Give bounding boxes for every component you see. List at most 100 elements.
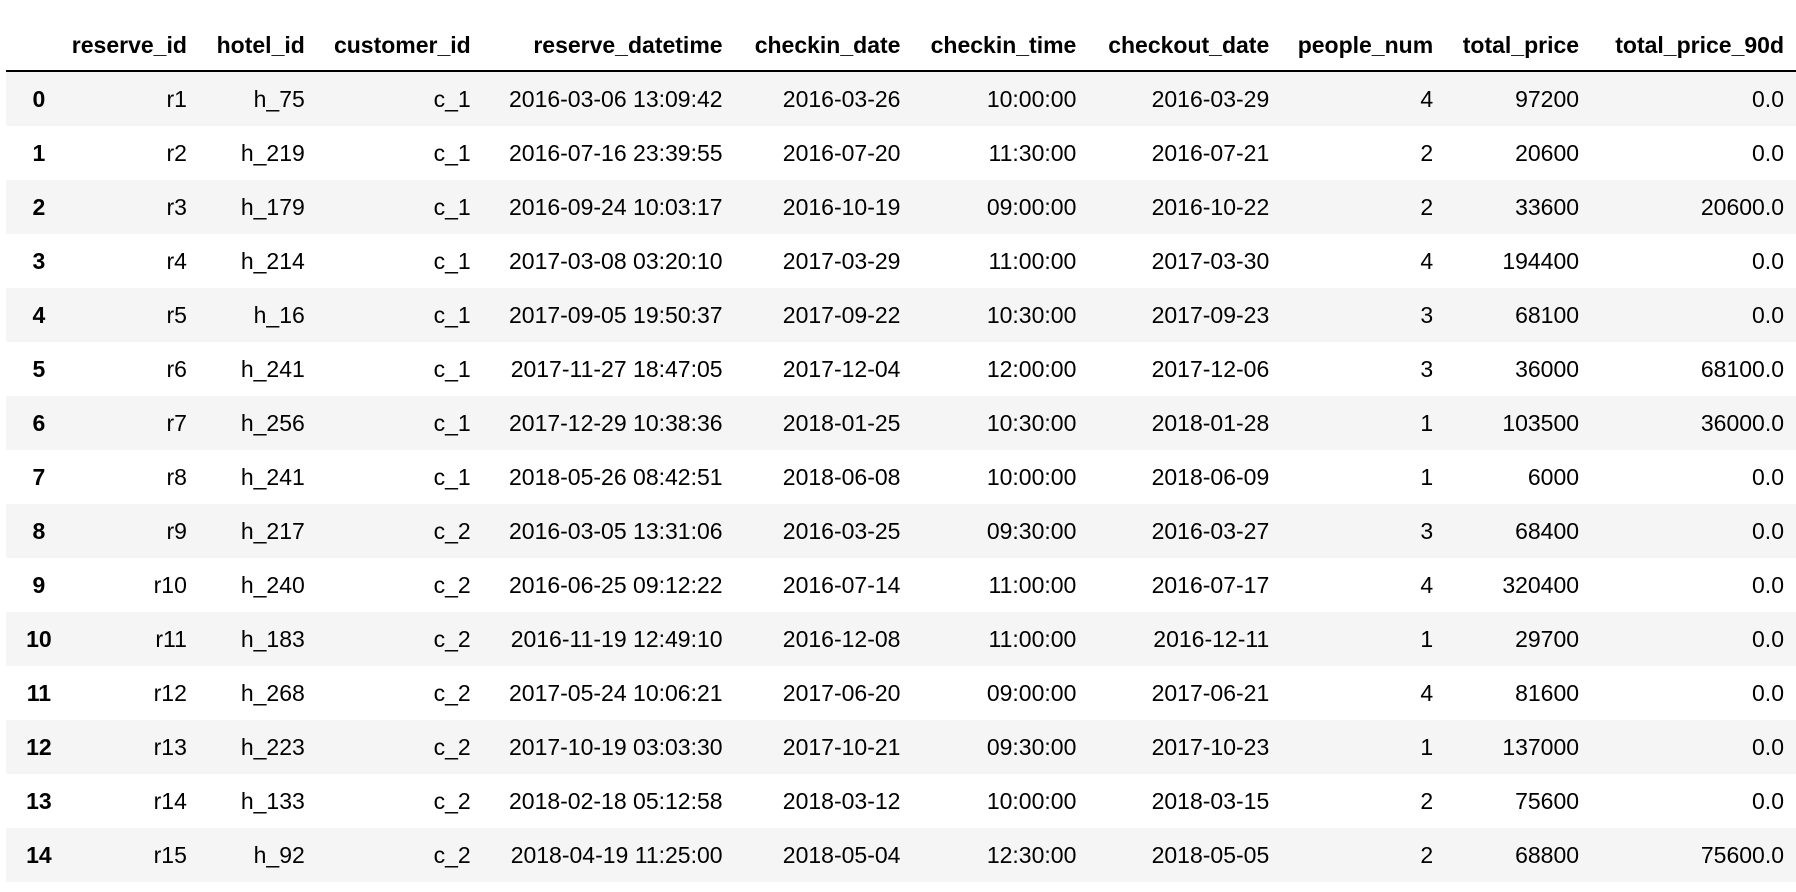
cell-checkout-date: 2018-05-05 <box>1151 841 1270 868</box>
cell-total-price-90d: 0.0 <box>1752 301 1784 328</box>
row-index: 9 <box>32 571 46 598</box>
cell-checkout-date: 2017-03-30 <box>1151 247 1270 274</box>
table-row: 8 r9 h_217 c_2 2016-03-05 13:31:06 2016-03-25… <box>6 504 1796 558</box>
cell-reserve-id: r10 <box>153 571 187 598</box>
cell-checkin-date: 2018-03-12 <box>782 787 901 814</box>
cell-checkout-date: 2016-07-17 <box>1151 571 1270 598</box>
cell-checkin-date: 2017-09-22 <box>782 301 901 328</box>
cell-people-num: 3 <box>1420 355 1434 382</box>
cell-total-price: 68800 <box>1515 841 1580 868</box>
cell-customer-id: c_2 <box>433 571 471 598</box>
cell-customer-id: c_1 <box>433 355 471 382</box>
cell-customer-id: c_2 <box>433 841 471 868</box>
cell-checkin-date: 2016-03-26 <box>782 85 901 112</box>
cell-people-num: 4 <box>1420 247 1434 274</box>
cell-total-price: 20600 <box>1515 139 1580 166</box>
column-header-reserve-datetime: reserve_datetime <box>482 20 735 72</box>
cell-reserve-datetime: 2016-03-06 13:09:42 <box>508 85 723 112</box>
cell-checkout-date: 2016-03-27 <box>1151 517 1270 544</box>
cell-total-price: 75600 <box>1515 787 1580 814</box>
table-row: 10 r11 h_183 c_2 2016-11-19 12:49:10 2016-12-… <box>6 612 1796 666</box>
cell-reserve-datetime: 2018-05-26 08:42:51 <box>508 463 723 490</box>
column-header-total-price-90d: total_price_90d <box>1591 20 1796 72</box>
column-header-customer-id: customer_id <box>316 20 483 72</box>
cell-hotel-id: h_256 <box>240 409 305 436</box>
cell-hotel-id: h_179 <box>240 193 305 220</box>
cell-checkin-time: 12:00:00 <box>986 355 1077 382</box>
cell-total-price-90d: 0.0 <box>1752 517 1784 544</box>
cell-customer-id: c_1 <box>433 409 471 436</box>
table-row: 9 r10 h_240 c_2 2016-06-25 09:12:22 2016-07-1… <box>6 558 1796 612</box>
cell-reserve-datetime: 2018-04-19 11:25:00 <box>510 841 723 868</box>
cell-checkin-date: 2016-12-08 <box>782 625 901 652</box>
cell-total-price-90d: 0.0 <box>1752 625 1784 652</box>
cell-reserve-datetime: 2017-12-29 10:38:36 <box>508 409 723 436</box>
cell-people-num: 2 <box>1420 787 1434 814</box>
cell-total-price-90d: 0.0 <box>1752 139 1784 166</box>
cell-customer-id: c_2 <box>433 733 471 760</box>
cell-hotel-id: h_214 <box>240 247 305 274</box>
cell-customer-id: c_1 <box>433 301 471 328</box>
cell-total-price-90d: 0.0 <box>1752 733 1784 760</box>
cell-total-price: 81600 <box>1515 679 1580 706</box>
cell-people-num: 4 <box>1420 85 1434 112</box>
cell-customer-id: c_1 <box>433 85 471 112</box>
row-index: 4 <box>32 301 46 328</box>
cell-checkin-date: 2017-03-29 <box>782 247 901 274</box>
cell-checkin-time: 11:00:00 <box>988 247 1077 274</box>
cell-checkin-time: 10:00:00 <box>986 787 1077 814</box>
cell-checkin-date: 2016-03-25 <box>782 517 901 544</box>
dataframe-output: reserve_id hotel_id customer_id reserve_dat… <box>0 0 1796 892</box>
cell-checkin-time: 10:30:00 <box>986 301 1077 328</box>
cell-total-price-90d: 0.0 <box>1752 571 1784 598</box>
cell-total-price-90d: 0.0 <box>1752 463 1784 490</box>
cell-reserve-id: r6 <box>166 355 187 382</box>
cell-customer-id: c_2 <box>433 787 471 814</box>
cell-people-num: 2 <box>1420 193 1434 220</box>
cell-checkout-date: 2017-10-23 <box>1151 733 1270 760</box>
cell-total-price: 36000 <box>1515 355 1580 382</box>
table-row: 11 r12 h_268 c_2 2017-05-24 10:06:21 2017-06-… <box>6 666 1796 720</box>
table-row: 13 r14 h_133 c_2 2018-02-18 05:12:58 2018-03-… <box>6 774 1796 828</box>
cell-reserve-datetime: 2017-11-27 18:47:05 <box>510 355 723 382</box>
cell-checkin-date: 2018-01-25 <box>782 409 901 436</box>
cell-reserve-datetime: 2017-10-19 03:03:30 <box>508 733 723 760</box>
cell-reserve-datetime: 2016-03-05 13:31:06 <box>508 517 723 544</box>
cell-checkin-date: 2016-07-14 <box>782 571 901 598</box>
table-row: 2 r3 h_179 c_1 2016-09-24 10:03:17 2016-10-19… <box>6 180 1796 234</box>
cell-checkin-time: 11:00:00 <box>988 571 1077 598</box>
cell-checkout-date: 2017-09-23 <box>1151 301 1270 328</box>
cell-total-price: 6000 <box>1527 463 1580 490</box>
cell-hotel-id: h_241 <box>240 463 305 490</box>
cell-reserve-datetime: 2017-05-24 10:06:21 <box>508 679 723 706</box>
cell-checkin-time: 09:00:00 <box>986 679 1077 706</box>
cell-people-num: 1 <box>1420 463 1434 490</box>
cell-reserve-id: r3 <box>166 193 187 220</box>
cell-checkin-time: 12:30:00 <box>986 841 1077 868</box>
cell-checkin-time: 10:00:00 <box>986 463 1077 490</box>
row-index: 8 <box>32 517 46 544</box>
cell-hotel-id: h_268 <box>240 679 305 706</box>
cell-checkin-date: 2016-10-19 <box>782 193 901 220</box>
cell-people-num: 1 <box>1420 625 1434 652</box>
cell-hotel-id: h_240 <box>240 571 305 598</box>
cell-people-num: 3 <box>1420 301 1434 328</box>
cell-reserve-datetime: 2017-03-08 03:20:10 <box>508 247 723 274</box>
cell-people-num: 1 <box>1420 733 1434 760</box>
cell-total-price-90d: 36000.0 <box>1700 409 1784 436</box>
table-row: 5 r6 h_241 c_1 2017-11-27 18:47:05 2017-12-04… <box>6 342 1796 396</box>
cell-checkout-date: 2018-06-09 <box>1151 463 1270 490</box>
header-row: reserve_id hotel_id customer_id reserve_dat… <box>6 20 1796 72</box>
cell-checkin-date: 2017-12-04 <box>782 355 901 382</box>
dataframe-table: reserve_id hotel_id customer_id reserve_dat… <box>6 20 1796 882</box>
cell-total-price: 68400 <box>1515 517 1580 544</box>
cell-reserve-id: r13 <box>153 733 187 760</box>
cell-checkin-time: 11:00:00 <box>988 625 1077 652</box>
cell-checkout-date: 2018-01-28 <box>1151 409 1270 436</box>
table-row: 12 r13 h_223 c_2 2017-10-19 03:03:30 2017-10-… <box>6 720 1796 774</box>
cell-reserve-datetime: 2016-09-24 10:03:17 <box>508 193 723 220</box>
cell-total-price-90d: 0.0 <box>1752 787 1784 814</box>
column-header-total-price: total_price <box>1445 20 1592 72</box>
table-row: 6 r7 h_256 c_1 2017-12-29 10:38:36 2018-01-25… <box>6 396 1796 450</box>
cell-reserve-id: r11 <box>155 625 187 652</box>
